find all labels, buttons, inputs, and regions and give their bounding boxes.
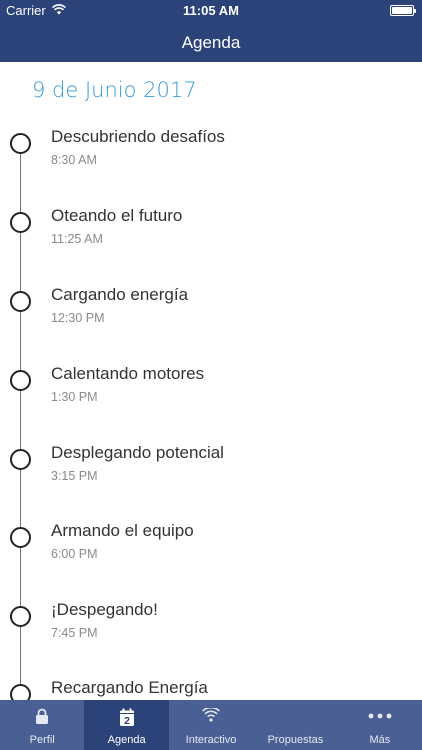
status-bar: Carrier 11:05 AM <box>0 0 422 22</box>
timeline-dot <box>10 449 31 470</box>
event-title: Oteando el futuro <box>51 206 183 225</box>
agenda-event[interactable]: ¡Despegando! 7:45 PM <box>0 600 422 676</box>
event-time: 8:30 AM <box>51 153 97 167</box>
event-time: 11:25 AM <box>51 232 103 246</box>
agenda-event[interactable]: Descubriendo desafíos 8:30 AM <box>0 127 422 203</box>
tab-label: Agenda <box>107 734 146 746</box>
more-icon <box>368 713 392 719</box>
tab-perfil[interactable]: Perfil <box>0 700 84 750</box>
event-title: ¡Despegando! <box>51 600 158 619</box>
calendar-icon: 2 <box>119 708 134 727</box>
svg-text:2: 2 <box>124 715 130 727</box>
event-title: Calentando motores <box>51 364 205 383</box>
timeline-dot <box>10 133 31 154</box>
event-time: 7:45 PM <box>51 626 98 640</box>
event-title: Recargando Energía <box>51 678 208 697</box>
agenda-date: 9 de Junio 2017 <box>32 78 197 102</box>
status-time: 11:05 AM <box>183 3 239 18</box>
screen: Carrier 11:05 AM Agenda 9 de Junio 2017 … <box>0 0 422 750</box>
tab-mas[interactable]: Más <box>338 700 422 750</box>
page-title: Agenda <box>181 33 241 52</box>
event-title: Armando el equipo <box>51 521 194 540</box>
tab-label: Perfil <box>29 734 55 746</box>
event-time: 12:30 PM <box>51 311 105 325</box>
event-title: Cargando energía <box>51 285 189 304</box>
timeline-dot <box>10 291 31 312</box>
event-time: 3:15 PM <box>51 469 98 483</box>
tab-interactivo[interactable]: Interactivo <box>169 700 253 750</box>
timeline-dot <box>10 212 31 233</box>
agenda-event[interactable]: Desplegando potencial 3:15 PM <box>0 443 422 519</box>
agenda-event[interactable]: Cargando energía 12:30 PM <box>0 285 422 361</box>
agenda-event[interactable]: Armando el equipo 6:00 PM <box>0 521 422 597</box>
navigation-bar: Carrier 11:05 AM Agenda <box>0 0 422 62</box>
timeline-dot <box>10 606 31 627</box>
timeline-dot <box>10 527 31 548</box>
tab-propuestas[interactable]: Propuestas <box>253 700 337 750</box>
tab-bar: Perfil 2 Agenda Interactivo Propuestas M… <box>0 700 422 750</box>
tab-label: Interactivo <box>185 734 237 746</box>
timeline-dot <box>10 370 31 391</box>
wifi-icon <box>202 708 220 722</box>
tab-label: Propuestas <box>267 734 324 746</box>
lock-icon <box>36 708 49 724</box>
agenda-event[interactable]: Calentando motores 1:30 PM <box>0 364 422 440</box>
agenda-event[interactable]: Oteando el futuro 11:25 AM <box>0 206 422 282</box>
event-time: 6:00 PM <box>51 547 98 561</box>
battery-icon <box>390 5 416 16</box>
event-time: 1:30 PM <box>51 390 98 404</box>
tab-agenda[interactable]: 2 Agenda <box>84 700 169 750</box>
tab-label: Más <box>369 734 391 746</box>
event-title: Desplegando potencial <box>51 443 224 462</box>
event-title: Descubriendo desafíos <box>51 127 225 146</box>
